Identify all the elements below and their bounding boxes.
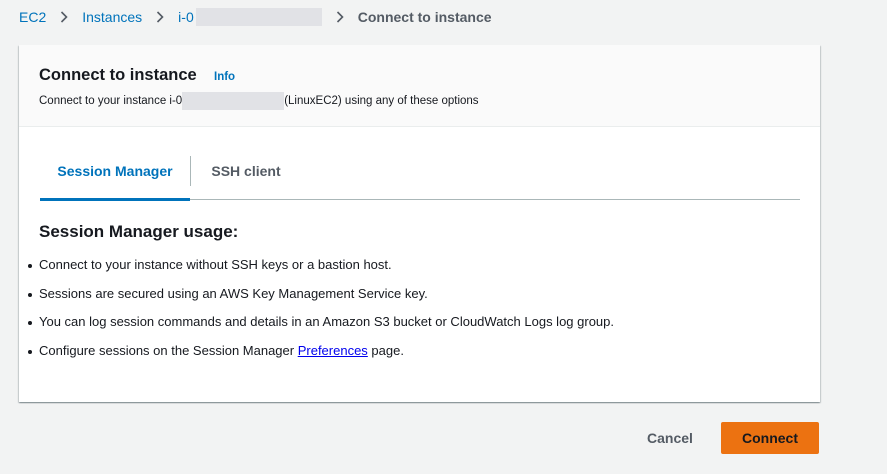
description-prefix: Connect to your instance i-0: [39, 95, 183, 107]
tab-list: Session Manager SSH client: [40, 153, 800, 201]
breadcrumb-ec2-link[interactable]: EC2: [19, 9, 46, 25]
breadcrumb-instances-link[interactable]: Instances: [82, 9, 142, 25]
list-item: Connect to your instance without SSH key…: [27, 257, 614, 286]
panel-header: Connect to instance Info Connect to your…: [19, 45, 820, 127]
chevron-right-icon: [60, 11, 68, 23]
tab-session-manager[interactable]: Session Manager: [40, 163, 190, 201]
list-item-text: Configure sessions on the Session Manage…: [39, 342, 298, 358]
cancel-button[interactable]: Cancel: [636, 422, 704, 454]
breadcrumb-instance-id-link[interactable]: i-0: [178, 9, 194, 25]
info-link[interactable]: Info: [214, 71, 235, 83]
connect-button[interactable]: Connect: [721, 422, 819, 454]
preferences-link[interactable]: Preferences: [298, 343, 368, 358]
description-suffix: (LinuxEC2) using any of these options: [284, 95, 479, 107]
list-item: Configure sessions on the Session Manage…: [27, 343, 614, 372]
usage-heading: Session Manager usage:: [39, 222, 239, 241]
chevron-right-icon: [156, 11, 164, 23]
usage-list: Connect to your instance without SSH key…: [27, 257, 614, 371]
list-item: Sessions are secured using an AWS Key Ma…: [27, 286, 614, 315]
panel-description: Connect to your instance i-0 (LinuxEC2) …: [39, 92, 479, 110]
chevron-right-icon: [336, 11, 344, 23]
breadcrumb-current: Connect to instance: [357, 9, 492, 25]
tab-ssh-client[interactable]: SSH client: [191, 163, 301, 199]
list-item-text: page.: [367, 342, 404, 358]
breadcrumb: EC2 Instances i-0 Connect to instance: [19, 7, 492, 27]
page-title: Connect to instance: [39, 66, 197, 84]
connect-panel: Connect to instance Info Connect to your…: [19, 45, 820, 402]
redacted-block: [195, 8, 322, 26]
redacted-block: [182, 92, 285, 110]
list-item: You can log session commands and details…: [27, 314, 614, 343]
